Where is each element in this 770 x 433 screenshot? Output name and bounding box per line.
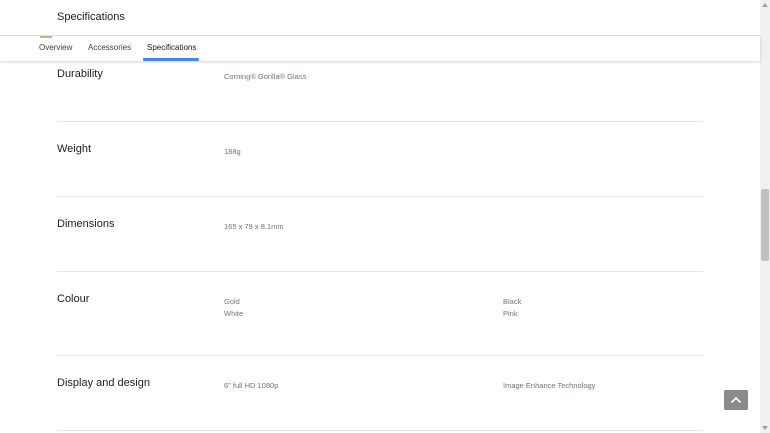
spec-value: 6" full HD 1080p xyxy=(224,381,279,390)
spec-row-dimensions: Dimensions 165 x 79 x 8.1mm xyxy=(57,197,703,272)
spec-value: Image Enhance Technology xyxy=(503,381,596,390)
spec-value: 188g xyxy=(224,147,241,156)
spec-value: Pink xyxy=(503,309,518,318)
vertical-scrollbar[interactable] xyxy=(760,0,770,433)
spec-row-display-and-design: Display and design 6" full HD 1080p Imag… xyxy=(57,356,703,431)
back-to-top-button[interactable] xyxy=(724,390,748,410)
product-subnav: Overview Accessories Specifications xyxy=(0,32,760,61)
chevron-up-icon xyxy=(730,396,742,404)
page-title: Specifications xyxy=(57,11,125,23)
spec-value: 165 x 79 x 8.1mm xyxy=(224,222,284,231)
spec-row-colour: Colour Gold White Black Pink xyxy=(57,272,703,356)
spec-value: White xyxy=(224,309,244,318)
page-viewport: Specifications Overview Accessories Spec… xyxy=(0,0,770,433)
spec-label: Dimensions xyxy=(57,218,115,230)
spec-label: Weight xyxy=(57,143,92,155)
active-tab-indicator xyxy=(143,58,199,61)
spec-value: Black xyxy=(503,297,522,306)
tab-accessories[interactable]: Accessories xyxy=(88,43,131,52)
spec-row-durability: Durability Corning® Gorilla® Glass xyxy=(57,62,703,122)
scrollbar-thumb[interactable] xyxy=(761,189,769,261)
spec-label: Durability xyxy=(57,68,103,80)
tab-specifications[interactable]: Specifications xyxy=(147,43,196,52)
spec-value: Corning® Gorilla® Glass xyxy=(224,72,307,81)
scroll-up-arrow-icon[interactable] xyxy=(762,3,768,7)
spec-value: Gold xyxy=(224,297,240,306)
spec-row-weight: Weight 188g xyxy=(57,122,703,197)
tab-overview[interactable]: Overview xyxy=(39,43,72,52)
header-bar: Specifications xyxy=(0,0,760,36)
spec-label: Colour xyxy=(57,293,90,305)
scroll-down-arrow-icon[interactable] xyxy=(762,426,768,430)
spec-label: Display and design xyxy=(57,377,150,389)
